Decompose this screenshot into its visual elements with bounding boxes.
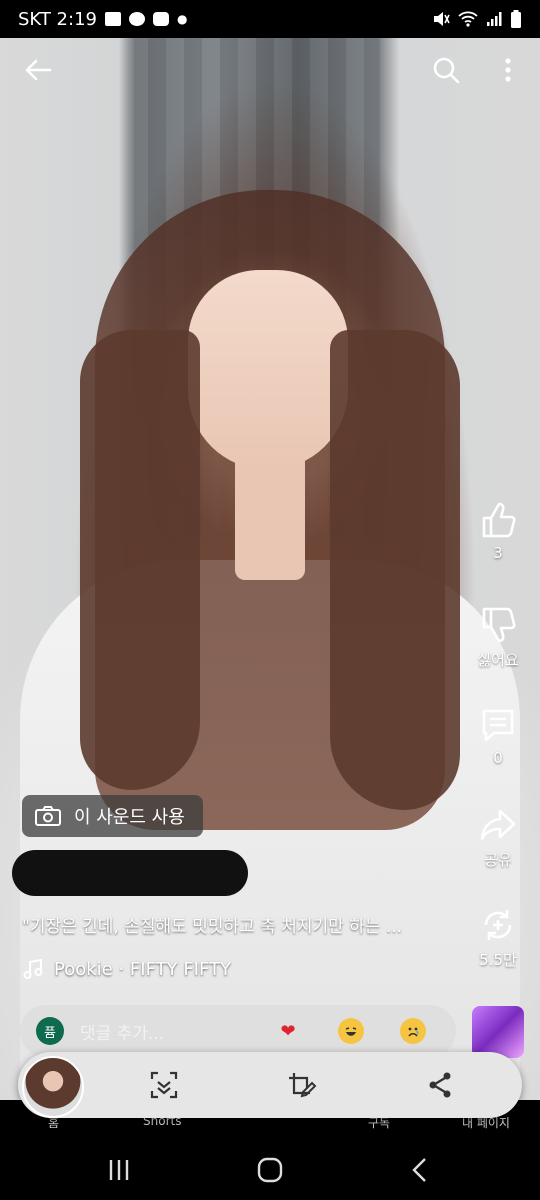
remix-count: 5.5만 bbox=[479, 951, 517, 969]
signal-icon bbox=[487, 12, 502, 26]
recent-apps-icon[interactable] bbox=[99, 1154, 139, 1186]
dislike-button[interactable]: 싫어요 bbox=[468, 605, 528, 670]
crop-edit-icon[interactable] bbox=[286, 1069, 318, 1101]
more-vert-icon[interactable] bbox=[494, 54, 522, 86]
gallery-icon bbox=[104, 12, 121, 26]
comment-icon bbox=[482, 709, 514, 742]
camera-icon bbox=[35, 806, 61, 826]
remix-icon bbox=[484, 910, 512, 940]
home-icon[interactable] bbox=[250, 1154, 290, 1186]
music-thumbnail[interactable] bbox=[472, 1006, 524, 1058]
user-avatar: 퓸 bbox=[36, 1017, 64, 1045]
shorts-screen: SKT 2:19 ● 3 싫어요 0 공유 5.5만 이 사운드 사용 "기장은… bbox=[0, 0, 540, 1200]
search-icon[interactable] bbox=[430, 54, 462, 86]
like-count: 3 bbox=[493, 544, 503, 562]
avatar[interactable] bbox=[22, 1056, 84, 1118]
comment-input-bar[interactable]: 퓸 댓글 추가... ❤ bbox=[20, 1005, 456, 1057]
remix-button[interactable]: 5.5만 bbox=[468, 905, 528, 970]
comment-count: 0 bbox=[493, 749, 503, 767]
video-subject-hair-right bbox=[330, 330, 460, 810]
mute-icon bbox=[434, 12, 450, 26]
comments-button[interactable]: 0 bbox=[468, 705, 528, 767]
top-bar bbox=[0, 44, 540, 96]
back-icon[interactable] bbox=[400, 1154, 440, 1186]
talk-icon bbox=[128, 12, 145, 26]
like-button[interactable]: 3 bbox=[468, 500, 528, 562]
dot-icon: ● bbox=[176, 12, 188, 26]
carrier-time: SKT 2:19 bbox=[18, 8, 97, 30]
music-text: Pookie · FIFTY FIFTY bbox=[54, 958, 232, 980]
youtube-icon bbox=[152, 12, 169, 26]
video-subject-hair-left bbox=[80, 330, 200, 790]
music-link[interactable]: Pookie · FIFTY FIFTY bbox=[22, 958, 231, 980]
use-sound-chip[interactable]: 이 사운드 사용 bbox=[22, 795, 203, 837]
thumbs-down-icon bbox=[482, 607, 516, 643]
thumbs-up-icon bbox=[482, 502, 516, 538]
laugh-reaction[interactable] bbox=[338, 1018, 364, 1044]
scan-icon[interactable] bbox=[148, 1069, 180, 1101]
video-subject-face bbox=[188, 270, 348, 470]
share-button[interactable]: 공유 bbox=[468, 805, 528, 870]
battery-icon bbox=[511, 10, 521, 28]
share-icon[interactable] bbox=[424, 1069, 456, 1101]
sad-emoji-icon bbox=[408, 1027, 419, 1037]
video-caption[interactable]: "기장은 긴데, 손질해도 밋밋하고 축 처지기만 하는 ... bbox=[22, 912, 452, 937]
share-arrow-icon bbox=[480, 809, 516, 841]
channel-name-redacted bbox=[12, 850, 248, 896]
wifi-icon bbox=[458, 11, 478, 27]
use-sound-label: 이 사운드 사용 bbox=[74, 807, 185, 828]
sad-reaction[interactable] bbox=[400, 1018, 426, 1044]
dislike-label: 싫어요 bbox=[477, 651, 519, 669]
share-label: 공유 bbox=[484, 851, 512, 869]
music-note-icon bbox=[23, 958, 43, 979]
system-nav bbox=[0, 1140, 540, 1200]
heart-reaction[interactable]: ❤ bbox=[275, 1018, 301, 1044]
floating-toolbar bbox=[18, 1052, 522, 1118]
comment-placeholder[interactable]: 댓글 추가... bbox=[80, 1019, 164, 1044]
back-arrow-icon[interactable] bbox=[22, 54, 54, 86]
status-bar: SKT 2:19 ● bbox=[0, 0, 540, 38]
laugh-emoji-icon bbox=[345, 1027, 357, 1036]
